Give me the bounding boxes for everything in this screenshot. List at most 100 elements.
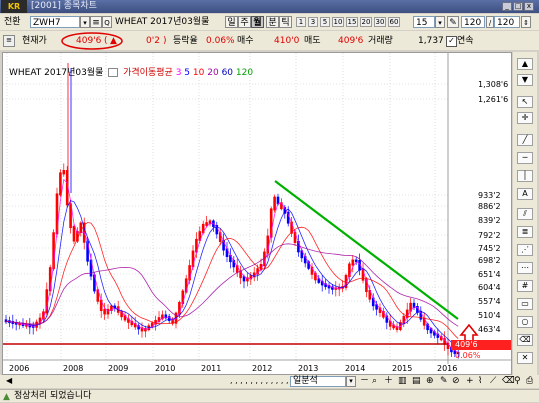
- number-tool-icon[interactable]: #: [517, 280, 533, 292]
- minimize-button[interactable]: _: [502, 2, 512, 11]
- period-month-button[interactable]: 월: [251, 16, 264, 28]
- status-message: 정상처리 되었습니다: [14, 391, 92, 401]
- y-tick-label: 510'4: [478, 311, 501, 320]
- quote-row: ≡ 현재가 409'6 ( ▲ 0'2 ) 등락율 0.06% 매수 410'0…: [0, 31, 539, 50]
- candle-body: [106, 309, 110, 315]
- chart-type-icon[interactable]: ▥: [398, 375, 407, 387]
- toolbar-down-icon[interactable]: ▼: [517, 74, 533, 86]
- interval-1-button[interactable]: 1: [296, 17, 306, 27]
- interval-10-button[interactable]: 10: [332, 17, 344, 27]
- channel-tool-icon[interactable]: ⫽: [517, 208, 533, 220]
- erase-tool-icon[interactable]: ⌫: [502, 375, 515, 387]
- magnifier-icon[interactable]: ⌕: [372, 375, 377, 387]
- cycle-line-icon[interactable]: ⋯: [517, 262, 533, 274]
- bid-price: 410'0: [274, 36, 300, 46]
- chart-area[interactable]: 1,308'6 1,261'6 933'2 886'2 839'2 792'2 745'2 6…: [2, 52, 512, 375]
- arrow-pointer-icon[interactable]: ↖: [517, 96, 533, 108]
- zoom-in-icon[interactable]: ＋: [384, 375, 393, 387]
- interval-3-button[interactable]: 3: [308, 17, 318, 27]
- continuous-checkbox[interactable]: ✓: [446, 36, 457, 47]
- trendline-icon[interactable]: ╱: [517, 134, 533, 146]
- interval-20-button[interactable]: 20: [360, 17, 372, 27]
- brush-tool-icon[interactable]: ⌇: [478, 375, 482, 387]
- x-tick-label: 2013: [298, 364, 318, 373]
- count-spin-icon[interactable]: ⇕: [521, 16, 531, 28]
- x-tick-label: 2016: [437, 364, 457, 373]
- interval-30-button[interactable]: 30: [374, 17, 386, 27]
- analysis-dropdown-icon[interactable]: ▾: [346, 376, 356, 387]
- rate-label: 등락율: [173, 36, 198, 46]
- analysis-select[interactable]: 일분석: [290, 376, 346, 387]
- gann-fan-icon[interactable]: ⋰: [517, 244, 533, 256]
- pen-tool-icon[interactable]: ✎: [440, 375, 448, 387]
- divider-icon: /: [486, 16, 494, 28]
- price-label: 현재가: [22, 36, 47, 46]
- continuous-label: 연속: [457, 36, 474, 46]
- print-icon[interactable]: ⎙: [526, 375, 533, 387]
- add-indicator-icon[interactable]: +: [466, 375, 474, 387]
- draw-line-icon[interactable]: ⟋: [490, 375, 496, 387]
- toolbar-up-icon[interactable]: ▲: [517, 58, 533, 70]
- price-highlight-ellipse: [61, 32, 123, 50]
- candle-body: [62, 170, 66, 175]
- interval-input[interactable]: 15: [413, 16, 435, 28]
- pencil-icon[interactable]: ✎: [447, 16, 459, 28]
- period-minute-button[interactable]: 분: [266, 16, 279, 28]
- circle-icon[interactable]: ○: [517, 316, 533, 328]
- interval-dropdown-icon[interactable]: ▾: [435, 16, 445, 28]
- eraser-icon[interactable]: ⌫: [517, 334, 533, 346]
- bid-label: 매수: [237, 36, 254, 46]
- chart-settings-icon[interactable]: ▤: [412, 375, 421, 387]
- zoom-fit-icon[interactable]: ⊕: [426, 375, 434, 387]
- bottom-toolbar: ◀ , , , , , , , , , , , , . 일분석 ▾ － ⌕ ＋ …: [0, 375, 539, 388]
- horizontal-line-icon[interactable]: ─: [517, 152, 533, 164]
- candle-body: [72, 226, 76, 242]
- volume-value: 1,737: [418, 36, 444, 46]
- collapse-icon[interactable]: ≡: [3, 35, 15, 47]
- search-icon[interactable]: Q: [102, 16, 112, 28]
- code-dropdown-icon[interactable]: ▾: [80, 16, 90, 28]
- symbol-code-input[interactable]: ZWH7: [30, 16, 80, 28]
- legend-ma-3: 3: [175, 68, 182, 78]
- drawing-toolbar: ▲ ▼ ↖ ✛ ╱ ─ │ A ⫽ ≣ ⋰ ⋯ # ▭ ○ ⌫ ✕: [513, 52, 537, 375]
- paint-tool-icon[interactable]: ⚲: [514, 375, 521, 387]
- x-tick-label: 2012: [252, 364, 272, 373]
- close-button[interactable]: x: [524, 2, 534, 11]
- toolbar-row: 전환 ZWH7 ▾ ≡ Q WHEAT 2017년03월물 일 주 월 분 틱 …: [0, 14, 539, 30]
- app-logo: KR: [1, 0, 27, 13]
- moving-average-line: [5, 243, 459, 327]
- y-tick-label: 463'4: [478, 325, 501, 334]
- window-title: [2001] 종목차트: [31, 1, 97, 11]
- close-paren: ): [163, 36, 167, 46]
- count-input-a[interactable]: 120: [461, 16, 485, 28]
- period-tick-button[interactable]: 틱: [279, 16, 292, 28]
- period-day-button[interactable]: 일: [225, 16, 238, 28]
- marker-tool-icon[interactable]: ⊘: [452, 375, 460, 387]
- x-tick-label: 2014: [345, 364, 365, 373]
- interval-5-button[interactable]: 5: [320, 17, 330, 27]
- interval-60-button[interactable]: 60: [388, 17, 400, 27]
- text-tool-icon[interactable]: A: [517, 188, 533, 200]
- period-week-button[interactable]: 주: [238, 16, 251, 28]
- fibonacci-icon[interactable]: ≣: [517, 226, 533, 238]
- instrument-name: WHEAT 2017년03월물: [115, 17, 210, 27]
- legend-ma-5: 5: [184, 68, 191, 78]
- y-tick-label: 1,261'6: [478, 95, 508, 104]
- rectangle-icon[interactable]: ▭: [517, 298, 533, 310]
- zoom-out-icon[interactable]: －: [360, 375, 369, 387]
- x-tick-label: 2009: [108, 364, 128, 373]
- crosshair-icon[interactable]: ✛: [517, 112, 533, 124]
- candlestick-chart[interactable]: 1,308'6 1,261'6 933'2 886'2 839'2 792'2 745'2 6…: [3, 53, 511, 374]
- interval-15-button[interactable]: 15: [346, 17, 358, 27]
- delete-all-icon[interactable]: ✕: [517, 352, 533, 364]
- list-icon[interactable]: ≡: [90, 16, 102, 28]
- legend-ma-120: 120: [235, 68, 254, 78]
- count-input-b[interactable]: 120: [494, 16, 520, 28]
- candle-body: [273, 196, 276, 211]
- vertical-line-icon[interactable]: │: [517, 170, 533, 182]
- scroll-left-icon[interactable]: ◀: [6, 376, 16, 386]
- maximize-button[interactable]: □: [513, 2, 523, 11]
- y-tick-label: 792'2: [478, 231, 501, 240]
- legend-ma-label: 가격이동평균: [123, 68, 173, 78]
- candle-body: [103, 309, 106, 315]
